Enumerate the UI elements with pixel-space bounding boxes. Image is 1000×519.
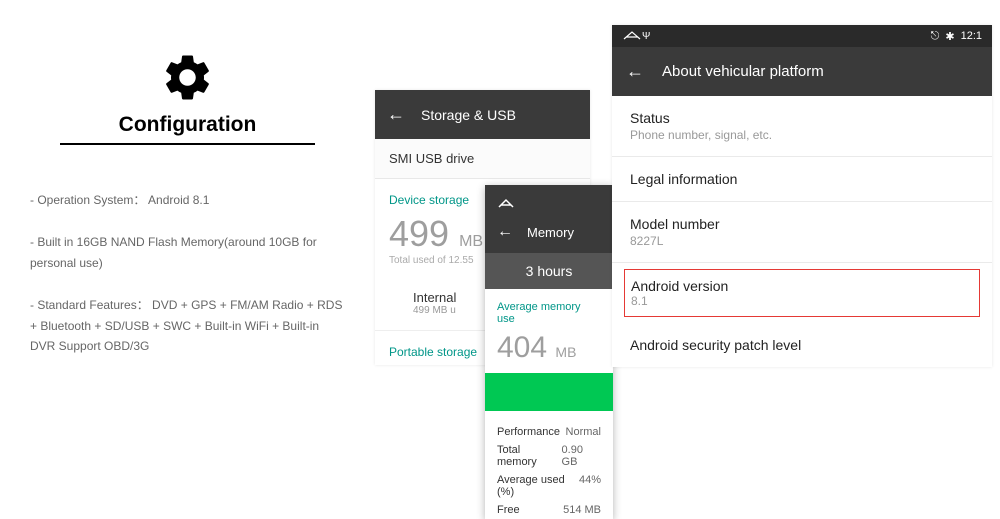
storage-header: ← Storage & USB bbox=[375, 90, 590, 139]
back-icon[interactable]: ← bbox=[497, 223, 513, 241]
usb-drive-row[interactable]: SMI USB drive bbox=[375, 139, 590, 179]
patch-item[interactable]: Android security patch level bbox=[612, 323, 992, 367]
memory-bar bbox=[485, 373, 613, 411]
hours-selector[interactable]: 3 hours bbox=[485, 253, 613, 289]
memory-header bbox=[485, 185, 613, 223]
usb-icon: Ψ bbox=[642, 31, 650, 42]
perf-row: Free514 MB bbox=[485, 501, 613, 519]
home-icon bbox=[497, 197, 515, 211]
performance-list: PerformanceNormal Total memory0.90 GB Av… bbox=[485, 423, 613, 519]
android-version-highlight[interactable]: Android version 8.1 bbox=[624, 269, 980, 317]
perf-row: PerformanceNormal bbox=[485, 423, 613, 441]
about-screenshot: Ψ ⎋ ✱ 12:1 ← About vehicular platform St… bbox=[612, 25, 992, 367]
status-bar: Ψ ⎋ ✱ 12:1 bbox=[612, 25, 992, 47]
model-item[interactable]: Model number 8227L bbox=[612, 202, 992, 263]
config-item: - Standard Features： DVD + GPS + FM/AM R… bbox=[30, 295, 345, 356]
config-item: - Operation System： Android 8.1 bbox=[30, 190, 345, 210]
config-panel: Configuration - Operation System： Androi… bbox=[0, 0, 375, 500]
gear-icon bbox=[160, 50, 215, 105]
config-item: - Built in 16GB NAND Flash Memory(around… bbox=[30, 232, 345, 273]
back-icon[interactable]: ← bbox=[387, 104, 405, 125]
about-header: ← About vehicular platform bbox=[612, 47, 992, 96]
bluetooth-icon: ✱ bbox=[945, 30, 954, 43]
status-item[interactable]: Status Phone number, signal, etc. bbox=[612, 96, 992, 157]
config-title: Configuration bbox=[60, 113, 315, 145]
back-icon[interactable]: ← bbox=[626, 61, 644, 82]
perf-row: Average used (%)44% bbox=[485, 471, 613, 501]
legal-item[interactable]: Legal information bbox=[612, 157, 992, 202]
avg-memory-label: Average memory use bbox=[497, 301, 601, 325]
memory-title-row: ← Memory bbox=[485, 223, 613, 253]
memory-screenshot: ← Memory 3 hours Average memory use 404 … bbox=[485, 185, 613, 519]
storage-title: Storage & USB bbox=[421, 107, 516, 123]
location-icon: ⎋ bbox=[931, 30, 940, 43]
clock-text: 12:1 bbox=[961, 30, 982, 42]
memory-value: 404 MB bbox=[497, 331, 601, 365]
home-icon bbox=[622, 30, 642, 42]
perf-row: Total memory0.90 GB bbox=[485, 441, 613, 471]
